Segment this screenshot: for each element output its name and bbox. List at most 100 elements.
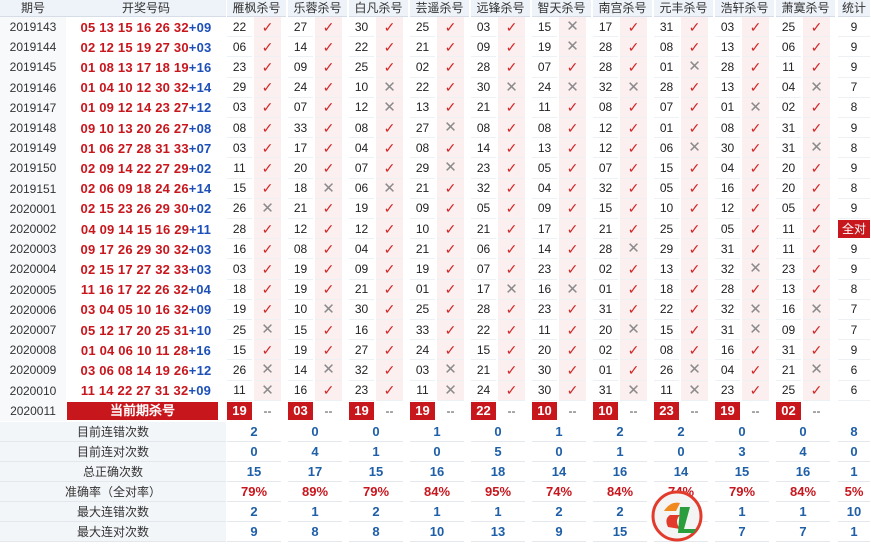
kill-number: 03 (227, 138, 252, 159)
kill-number: 23 (227, 57, 252, 78)
stat-value: 17 (288, 462, 342, 482)
check-icon: ✓ (620, 178, 647, 199)
kill-number: 23 (532, 299, 557, 320)
kill-number: 31 (715, 239, 740, 260)
kill-number: 18 (654, 279, 679, 300)
header-period: 期号 (0, 0, 66, 17)
kill-number: 20 (776, 178, 801, 199)
current-period: 2020011 (0, 400, 66, 421)
check-icon: ✓ (742, 279, 769, 300)
current-kill-number: 10 (593, 401, 618, 420)
kill-number: 07 (349, 158, 374, 179)
stat-value: 5 (471, 442, 525, 462)
kill-number: 27 (349, 340, 374, 361)
cross-icon: ✕ (681, 57, 708, 78)
check-icon: ✓ (620, 198, 647, 219)
stat-value: 1 (410, 502, 464, 522)
stat-label: 最大连对次数 (0, 522, 226, 542)
kill-number: 01 (715, 97, 740, 118)
cross-icon: ✕ (620, 380, 647, 401)
kill-number: 12 (593, 138, 618, 159)
cross-icon: ✕ (803, 299, 830, 320)
kill-number: 32 (593, 77, 618, 98)
red-balls: 11 16 17 22 26 32 (80, 282, 189, 298)
check-icon: ✓ (559, 118, 586, 139)
kill-number: 11 (776, 57, 801, 78)
kill-number: 02 (593, 340, 618, 361)
red-balls: 11 14 22 27 31 32 (80, 383, 189, 399)
row-draw-numbers: 02 12 15 19 27 30 +03 (66, 37, 226, 58)
kill-number: 28 (471, 57, 496, 78)
current-dash: -- (315, 400, 342, 421)
red-balls: 02 09 14 22 27 29 (80, 160, 189, 176)
cross-icon: ✕ (803, 360, 830, 381)
current-kill-number: 23 (654, 401, 679, 420)
kill-number: 24 (288, 77, 313, 98)
row-draw-numbers: 01 06 27 28 31 33 +07 (66, 138, 226, 159)
check-icon: ✓ (498, 118, 525, 139)
check-icon: ✓ (254, 17, 281, 38)
kill-number: 30 (532, 360, 557, 381)
kill-number: 18 (227, 279, 252, 300)
kill-number: 05 (715, 219, 740, 240)
blue-ball: +08 (188, 120, 212, 136)
kill-number: 23 (471, 158, 496, 179)
kill-number: 26 (227, 198, 252, 219)
kill-number: 04 (776, 77, 801, 98)
row-period: 2020008 (0, 340, 66, 361)
check-icon: ✓ (437, 299, 464, 320)
kill-number-table: 期号 开奖号码 雁枫杀号 乐蓉杀号 白凡杀号 芸遥杀号 远锋杀号 智天杀号 南宫杀号 元丰杀号 浩轩… (0, 0, 871, 548)
stat-value: 74% (532, 482, 586, 502)
kill-number: 21 (410, 239, 435, 260)
stat-value: 18 (471, 462, 525, 482)
check-icon: ✓ (681, 299, 708, 320)
row-period: 2019148 (0, 118, 66, 139)
kill-number: 17 (532, 219, 557, 240)
kill-number: 13 (715, 37, 740, 58)
kill-number: 09 (532, 198, 557, 219)
kill-number: 09 (410, 198, 435, 219)
check-icon: ✓ (315, 118, 342, 139)
kill-number: 05 (471, 198, 496, 219)
kill-number: 16 (288, 380, 313, 401)
header-draw-numbers: 开奖号码 (66, 0, 226, 17)
header-expert-4: 远锋杀号 (471, 0, 530, 17)
check-icon: ✓ (620, 17, 647, 38)
current-dash: -- (681, 400, 708, 421)
stat-value: 84% (410, 482, 464, 502)
red-balls: 03 06 08 14 19 26 (80, 362, 189, 378)
kill-number: 29 (227, 77, 252, 98)
stat-value: 7 (776, 522, 830, 542)
check-icon: ✓ (498, 37, 525, 58)
kill-number: 14 (288, 37, 313, 58)
blue-ball: +11 (189, 221, 212, 237)
kill-number: 06 (349, 178, 374, 199)
cross-icon: ✕ (803, 138, 830, 159)
kill-number: 21 (471, 97, 496, 118)
check-icon: ✓ (315, 320, 342, 341)
kill-number: 13 (776, 279, 801, 300)
cross-icon: ✕ (376, 178, 403, 199)
check-icon: ✓ (376, 340, 403, 361)
blue-ball: +03 (188, 261, 212, 277)
stat-value: 14 (654, 462, 708, 482)
check-icon: ✓ (620, 57, 647, 78)
check-icon: ✓ (254, 57, 281, 78)
kill-number: 21 (471, 219, 496, 240)
check-icon: ✓ (315, 138, 342, 159)
stat-label: 总正确次数 (0, 462, 226, 482)
check-icon: ✓ (803, 118, 830, 139)
check-icon: ✓ (498, 299, 525, 320)
kill-number: 11 (776, 239, 801, 260)
header-expert-3: 芸遥杀号 (410, 0, 469, 17)
kill-number: 22 (654, 299, 679, 320)
kill-number: 08 (471, 118, 496, 139)
stat-value: 84% (593, 482, 647, 502)
check-icon: ✓ (437, 279, 464, 300)
check-icon: ✓ (498, 57, 525, 78)
check-icon: ✓ (803, 57, 830, 78)
kill-number: 22 (410, 77, 435, 98)
stat-value: 10 (410, 522, 464, 542)
kill-number: 30 (471, 77, 496, 98)
kill-number: 07 (593, 158, 618, 179)
